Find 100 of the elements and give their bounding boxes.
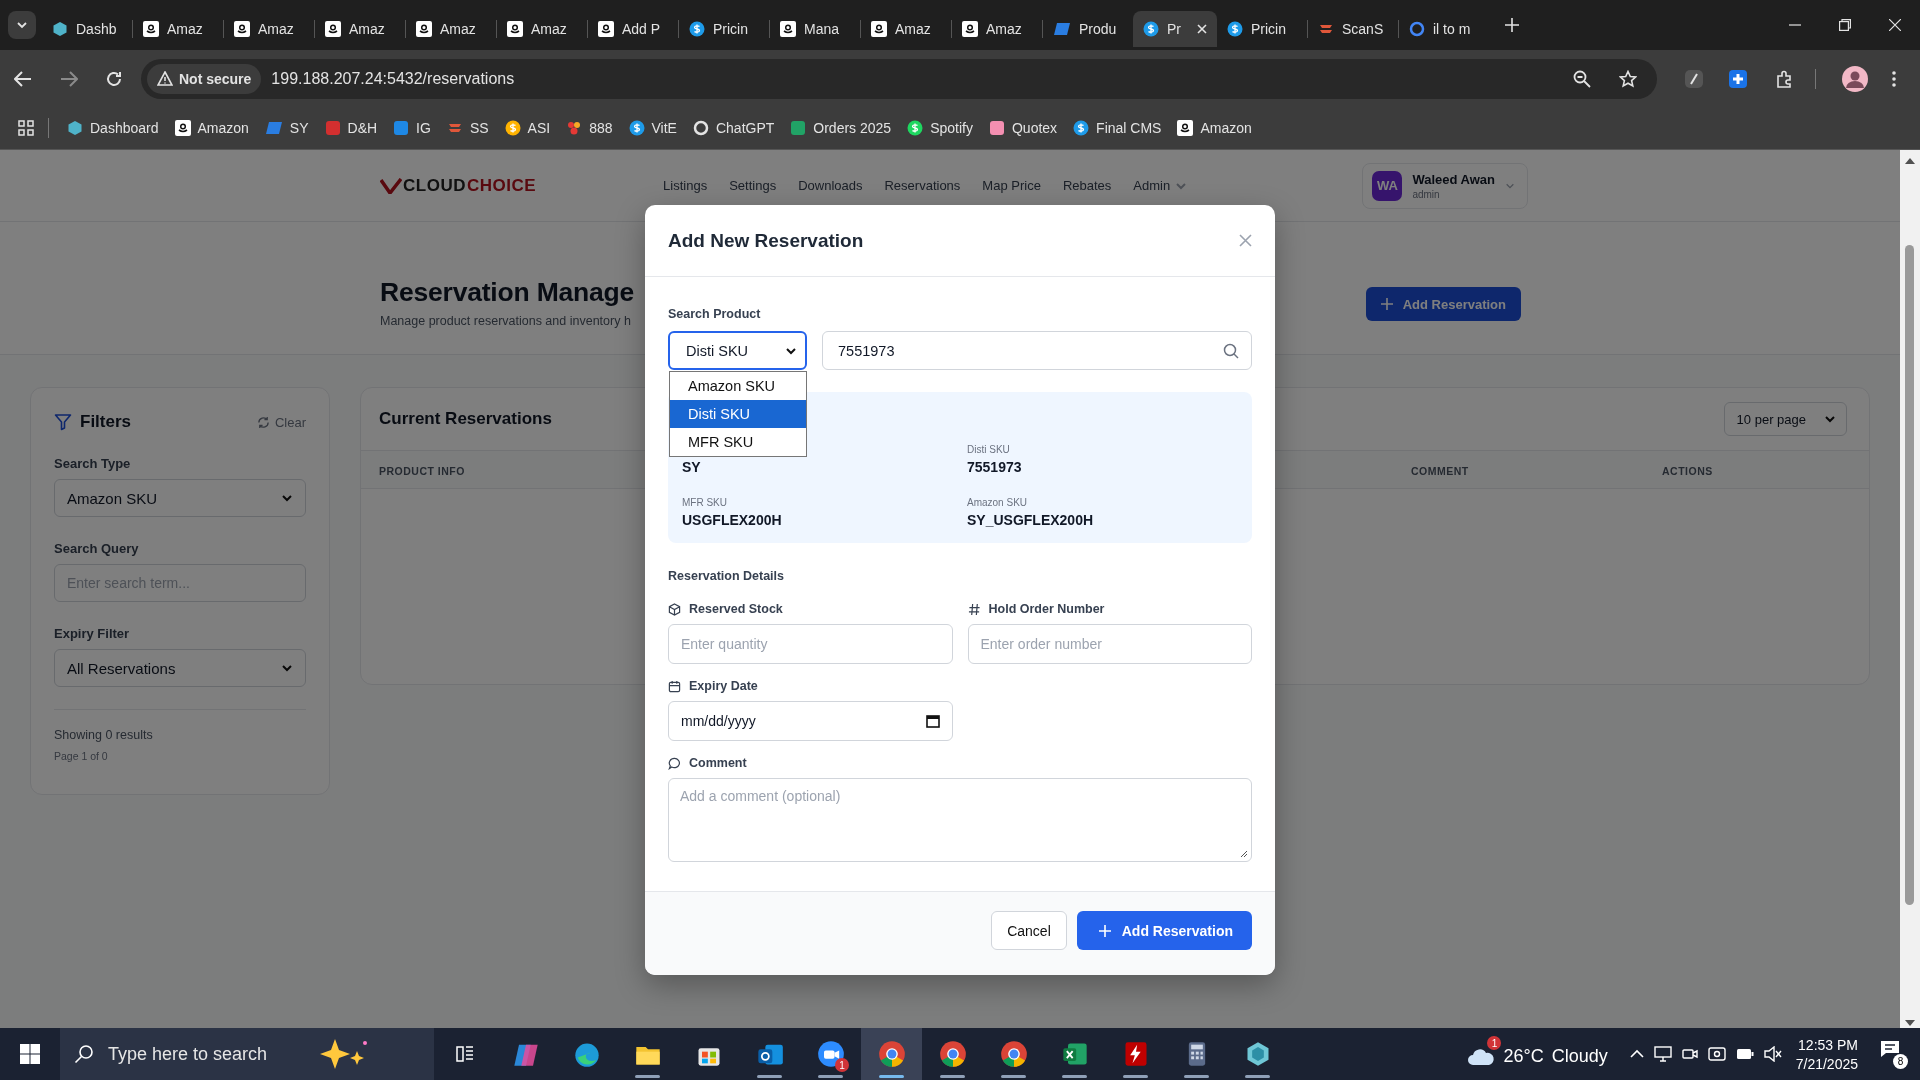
- browser-tab[interactable]: ScanS: [1308, 11, 1398, 47]
- browser-tab[interactable]: Amaz: [952, 11, 1042, 47]
- nav-link[interactable]: Listings: [652, 172, 719, 199]
- search-field[interactable]: 7551973: [822, 331, 1252, 370]
- forward-icon[interactable]: [60, 70, 78, 87]
- browser-tab[interactable]: Pricin: [1217, 11, 1307, 47]
- browser-tab[interactable]: Amaz: [224, 11, 314, 47]
- add-reservation-button[interactable]: Add Reservation: [1076, 911, 1252, 950]
- browser-tab[interactable]: Amaz: [861, 11, 951, 47]
- zoom-icon[interactable]: [1573, 69, 1591, 88]
- reload-icon[interactable]: [105, 69, 123, 88]
- taskbar-search-field[interactable]: Type here to search: [60, 1028, 434, 1080]
- restore-icon[interactable]: [1839, 19, 1851, 31]
- browser-tab[interactable]: il to m: [1399, 11, 1489, 47]
- browser-tab[interactable]: Dashb: [42, 11, 132, 47]
- browser-tab[interactable]: Amaz: [315, 11, 405, 47]
- square-icon: [988, 120, 1005, 136]
- avatar-icon[interactable]: [1842, 65, 1868, 92]
- bookmark[interactable]: IG: [385, 113, 439, 143]
- windows-icon[interactable]: [20, 1044, 40, 1064]
- notification-badge: 8: [1893, 1053, 1908, 1069]
- v-mark-icon: [380, 177, 402, 194]
- browser-tab[interactable]: Add P: [588, 11, 678, 47]
- calendar-icon[interactable]: [925, 714, 940, 728]
- security-chip[interactable]: Not secure: [147, 63, 262, 94]
- bookmark[interactable]: D&H: [316, 113, 386, 143]
- browser-tab[interactable]: Amaz: [406, 11, 496, 47]
- weather-widget[interactable]: 1 26°C Cloudy: [1467, 1032, 1608, 1076]
- clock[interactable]: 12:53 PM 7/21/2025: [1795, 1036, 1858, 1072]
- bookmark[interactable]: Spotify: [899, 113, 981, 143]
- dropdown-option[interactable]: MFR SKU: [670, 428, 806, 456]
- chevron-up-icon[interactable]: [1629, 1049, 1644, 1059]
- notification-badge: 1: [1487, 1036, 1502, 1050]
- expiry-filter-select[interactable]: All Reservations: [54, 649, 306, 687]
- plus-icon: [1098, 924, 1111, 937]
- screen-icon[interactable]: [1707, 1046, 1726, 1062]
- nav-link[interactable]: Map Price: [971, 172, 1052, 199]
- nav-link[interactable]: Settings: [718, 172, 788, 199]
- bookmark[interactable]: SY: [256, 113, 317, 143]
- monitor-icon[interactable]: [1653, 1046, 1672, 1062]
- bookmark[interactable]: SS: [438, 113, 497, 143]
- puzzle-cross-icon[interactable]: [1729, 69, 1747, 88]
- back-icon[interactable]: [14, 70, 32, 87]
- camera-icon[interactable]: [1681, 1046, 1698, 1062]
- battery-icon[interactable]: [1735, 1048, 1754, 1060]
- bookmark[interactable]: ASI: [496, 113, 559, 143]
- browser-tab[interactable]: Produ: [1043, 11, 1133, 47]
- menu-icon[interactable]: [1892, 70, 1896, 87]
- scrollbar[interactable]: [1900, 150, 1920, 1028]
- bookmark[interactable]: Amazon: [1169, 113, 1260, 143]
- taskbar-app[interactable]: 1: [800, 1028, 861, 1080]
- bookmark[interactable]: Final CMS: [1065, 113, 1170, 143]
- apps-grid-icon[interactable]: [18, 120, 34, 136]
- nav-link[interactable]: Rebates: [1051, 172, 1123, 199]
- cancel-button[interactable]: Cancel: [991, 911, 1067, 950]
- search-icon: [1223, 342, 1239, 359]
- taskbar-app[interactable]: [861, 1028, 922, 1080]
- browser-tab[interactable]: Mana: [770, 11, 860, 47]
- browser-tab[interactable]: Amaz: [133, 11, 223, 47]
- search-type-select[interactable]: Amazon SKU: [54, 479, 306, 517]
- nav-link[interactable]: Downloads: [787, 172, 874, 199]
- hexagon-icon: [67, 120, 83, 136]
- circle-icon: [504, 120, 521, 136]
- bookmark[interactable]: Dashboard: [59, 113, 167, 143]
- chat-icon: [1880, 1039, 1900, 1058]
- avatar: WA: [1372, 170, 1403, 201]
- star-icon[interactable]: [1619, 69, 1637, 88]
- notifications-button[interactable]: 8: [1880, 1039, 1908, 1069]
- search-type-select[interactable]: Disti SKU: [668, 331, 807, 370]
- user-menu[interactable]: WA Waleed Awan admin: [1362, 162, 1528, 209]
- square-icon: [790, 120, 807, 136]
- bookmark[interactable]: Amazon: [166, 113, 257, 143]
- field-label: Expiry Date: [689, 679, 758, 693]
- browser-tab[interactable]: Pricin: [679, 11, 769, 47]
- new-tab-icon[interactable]: [1505, 18, 1519, 32]
- bookmark[interactable]: Quotex: [980, 113, 1066, 143]
- bookmark[interactable]: 888: [558, 113, 621, 143]
- tab-search-button[interactable]: [8, 11, 36, 39]
- circle-icon: [689, 21, 705, 37]
- weather-condition: Cloudy: [1551, 1045, 1608, 1067]
- logo[interactable]: CLOUDCHOICE: [380, 175, 537, 196]
- bookmark[interactable]: Orders 2025: [782, 113, 900, 143]
- date-field[interactable]: mm/dd/yyyy: [668, 701, 953, 741]
- extensions-icon[interactable]: [1775, 69, 1793, 88]
- circle-icon: [1073, 120, 1090, 136]
- chrome-icon: [877, 1040, 906, 1068]
- circle-icon: [1143, 21, 1159, 37]
- browser-tab[interactable]: Pr: [1133, 11, 1217, 47]
- page-size-select[interactable]: 10 per page: [1723, 402, 1847, 436]
- info-label: Disti SKU: [967, 444, 1011, 456]
- address-url[interactable]: 199.188.207.24:5432/reservations: [271, 69, 1563, 88]
- nav-menu[interactable]: Admin: [1122, 172, 1199, 199]
- browser-tab[interactable]: Amaz: [497, 11, 587, 47]
- bookmark[interactable]: VitE: [620, 113, 685, 143]
- speaker-muted-icon[interactable]: [1763, 1046, 1782, 1062]
- bookmark[interactable]: ChatGPT: [684, 113, 783, 143]
- dropdown-option[interactable]: Disti SKU: [670, 400, 806, 428]
- task-view-icon[interactable]: [453, 1043, 476, 1065]
- nav-link[interactable]: Reservations: [873, 172, 972, 199]
- dropdown-option[interactable]: Amazon SKU: [670, 372, 806, 400]
